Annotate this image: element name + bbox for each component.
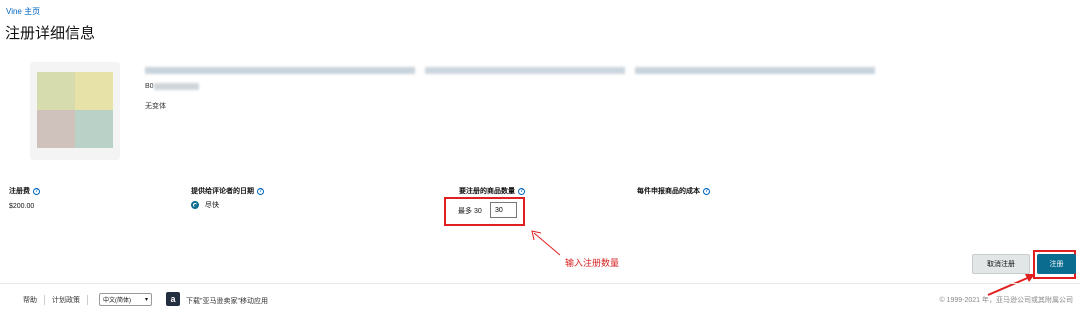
quantity-max-label: 最多 30: [458, 208, 482, 215]
review-date-header: 提供给评论者的日期 ?: [191, 186, 264, 196]
fee-value: $200.00: [9, 203, 35, 210]
product-variation: 无变体: [145, 103, 166, 110]
language-value: 中文(简体): [103, 298, 131, 304]
dropdown-arrow-icon: ▾: [144, 297, 148, 303]
help-link[interactable]: 帮助: [23, 295, 37, 305]
policy-link[interactable]: 计划政策: [52, 295, 80, 305]
page-title: 注册详细信息: [5, 25, 96, 42]
info-icon[interactable]: ?: [257, 187, 264, 195]
register-button[interactable]: 注册: [1037, 254, 1076, 274]
app-download-link[interactable]: 下载"亚马逊卖家"移动应用: [186, 296, 268, 306]
footer-separator: [87, 295, 88, 305]
amazon-app-icon[interactable]: a: [166, 292, 180, 306]
review-date-label: 提供给评论者的日期: [191, 188, 254, 195]
review-date-option-label: 尽快: [205, 202, 219, 209]
info-icon[interactable]: ?: [33, 187, 40, 195]
review-date-option[interactable]: 尽快: [191, 200, 219, 210]
fee-label: 注册费: [9, 188, 30, 195]
copyright: © 1999-2021 年，亚马逊公司或其附属公司: [939, 297, 1073, 304]
product-image: [30, 62, 120, 160]
language-select[interactable]: 中文(简体) ▾: [99, 293, 152, 306]
fee-header: 注册费 ?: [9, 186, 40, 196]
product-asin: B0: [145, 83, 154, 90]
radio-icon[interactable]: [191, 201, 199, 209]
footer-divider: [0, 283, 1080, 284]
breadcrumb[interactable]: Vine 主页: [6, 6, 40, 17]
product-asin-redacted: [154, 82, 199, 92]
arrow-icon: [531, 230, 561, 256]
product-title-redacted: [145, 66, 875, 76]
info-icon[interactable]: ?: [518, 187, 525, 195]
arrow-icon: [987, 274, 1035, 296]
annotation-text: 输入注册数量: [565, 258, 620, 268]
quantity-header: 要注册的商品数量 ?: [459, 186, 525, 196]
quantity-input[interactable]: [490, 202, 517, 218]
footer-links: 帮助 计划政策: [23, 295, 88, 305]
footer-separator: [44, 295, 45, 305]
cost-header: 每件申报商品的成本 ?: [637, 186, 710, 196]
info-icon[interactable]: ?: [703, 187, 710, 195]
quantity-label: 要注册的商品数量: [459, 188, 515, 195]
cost-label: 每件申报商品的成本: [637, 188, 700, 195]
